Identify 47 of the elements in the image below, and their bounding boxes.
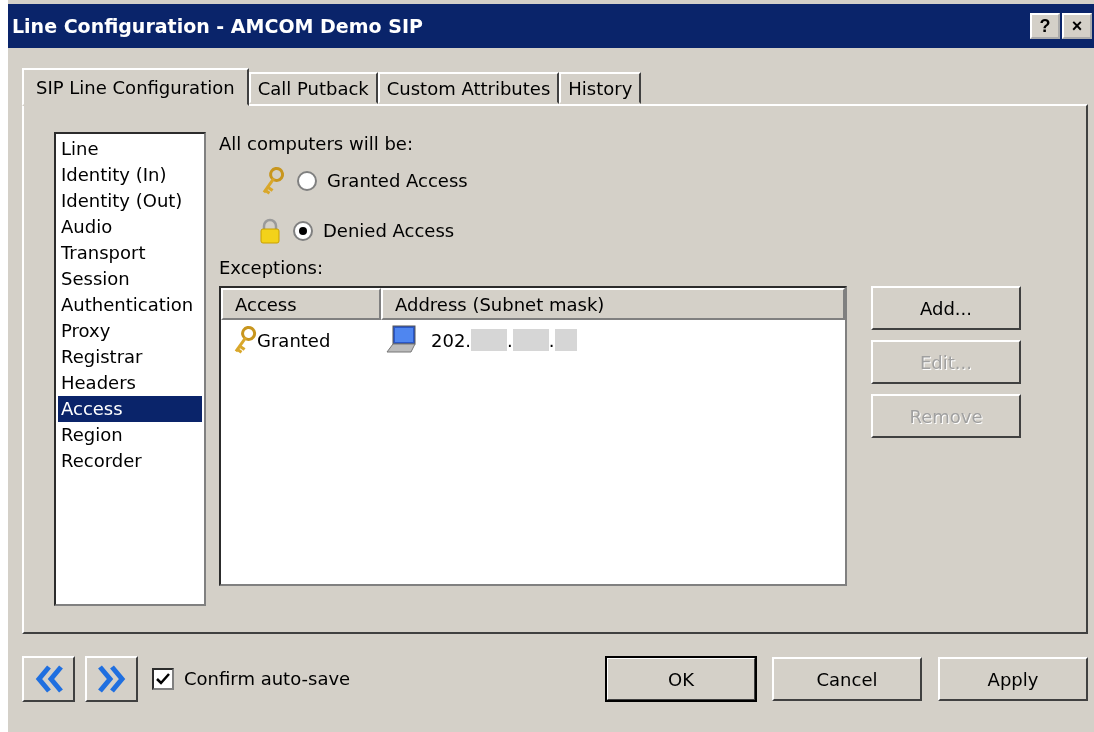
list-item[interactable]: Authentication [58, 292, 202, 318]
tab[interactable]: SIP Line Configuration [22, 68, 249, 106]
checkbox[interactable] [152, 668, 174, 690]
table-cell: . [548, 329, 555, 351]
checkmark-icon [156, 672, 170, 686]
list-item[interactable]: Session [58, 266, 202, 292]
section-label: All computers will be: [219, 132, 414, 156]
action-button[interactable]: Add... [871, 286, 1021, 330]
column-header[interactable]: Access [221, 288, 381, 320]
checkbox-label[interactable]: Confirm auto-save [184, 667, 351, 691]
table-cell: . [507, 329, 513, 351]
list-item[interactable]: Audio [58, 214, 202, 240]
dialog-button[interactable]: OK [606, 657, 756, 701]
radio-label[interactable]: Denied Access [323, 219, 455, 243]
list-item[interactable]: Recorder [58, 448, 202, 474]
radio-button[interactable] [297, 171, 317, 191]
computer-icon [385, 324, 419, 356]
list-item[interactable]: Region [58, 422, 202, 448]
radio-label[interactable]: Granted Access [327, 169, 468, 193]
window-title: Line Configuration - AMCOM Demo SIP [12, 15, 424, 37]
redaction-block [512, 329, 549, 351]
list-item[interactable]: Identity (In) [58, 162, 202, 188]
list-item[interactable]: Line [58, 136, 202, 162]
list-item[interactable]: Transport [58, 240, 202, 266]
previous-button[interactable] [22, 656, 75, 702]
radio-button[interactable] [293, 221, 313, 241]
padlock-icon [259, 218, 281, 244]
column-header[interactable]: Address (Subnet mask) [381, 288, 845, 320]
help-button[interactable]: ? [1030, 13, 1060, 39]
double-left-arrow-icon [33, 663, 64, 695]
tab[interactable]: History [559, 72, 642, 104]
list-item[interactable]: Registrar [58, 344, 202, 370]
list-item[interactable]: Identity (Out) [58, 188, 202, 214]
table-cell: 202. [431, 329, 472, 351]
list-item[interactable]: Access [58, 396, 202, 422]
list-item[interactable]: Proxy [58, 318, 202, 344]
close-button[interactable]: × [1062, 13, 1092, 39]
dialog-button[interactable]: Apply [938, 657, 1088, 701]
tab[interactable]: Custom Attributes [377, 72, 560, 104]
list-item[interactable]: Headers [58, 370, 202, 396]
redaction-block [554, 329, 577, 351]
redaction-block [471, 329, 508, 351]
tab[interactable]: Call Putback [248, 72, 378, 104]
next-button[interactable] [85, 656, 138, 702]
dialog-button[interactable]: Cancel [772, 657, 922, 701]
section-label: Exceptions: [219, 256, 325, 280]
table-cell: Granted [257, 329, 331, 351]
